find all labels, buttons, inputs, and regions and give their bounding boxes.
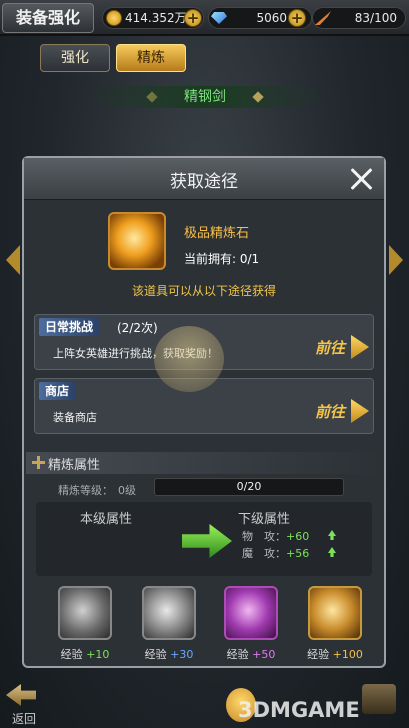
source-hint: 该道具可以从以下途径获得 — [131, 284, 276, 298]
xp-text: 0/20 — [236, 480, 262, 493]
popup-header: 获取途径 — [24, 158, 384, 200]
stone-xp-label: 经验 — [226, 648, 249, 661]
attr-name: 魔 攻： — [242, 547, 286, 560]
stone-xp: 经验 +10 — [53, 646, 117, 662]
go-button[interactable]: 前往 — [315, 401, 345, 422]
attr-name: 物 攻： — [242, 530, 286, 543]
stamina-icon — [315, 11, 331, 25]
refine-stone-purple-icon[interactable] — [224, 586, 278, 640]
stone-xp-label: 经验 — [60, 648, 83, 661]
stamina-amount: 83/100 — [354, 11, 397, 25]
stone-xp: 经验 +30 — [137, 646, 201, 662]
item-name: 极品精炼石 — [184, 226, 250, 241]
next-attr-label: 下级属性 — [238, 512, 291, 527]
refine-title: 精炼属性 — [48, 458, 101, 473]
prev-equipment-arrow-icon[interactable] — [6, 245, 20, 275]
next-attr-line: 物 攻：+60 — [242, 528, 309, 544]
stone-xp-value: +10 — [86, 648, 110, 661]
stone-xp-value: +50 — [252, 648, 276, 661]
page-title: 装备强化 — [2, 3, 94, 33]
watermark-text: 3DMGAME — [238, 698, 360, 722]
diamond-icon — [211, 12, 227, 24]
route-tag: 商店 — [39, 382, 76, 400]
current-attr-label: 本级属性 — [80, 512, 133, 527]
tab-refine[interactable]: 精炼 — [116, 44, 186, 72]
stone-xp-label: 经验 — [144, 648, 167, 661]
close-icon[interactable] — [348, 166, 374, 192]
refine-stone-gold-icon[interactable] — [308, 586, 362, 640]
mascot-watermark-icon — [154, 326, 224, 392]
corner-menu-icon[interactable] — [362, 684, 396, 714]
refine-level-label: 精炼等级： — [58, 484, 113, 497]
weapon-name: 精钢剑 — [88, 86, 322, 108]
gold-amount: 414.352万 — [125, 11, 187, 25]
stone-xp-label: 经验 — [307, 648, 330, 661]
stamina-counter: 83/100 — [312, 7, 406, 29]
stone-xp-value: +100 — [332, 648, 363, 661]
go-arrow-icon[interactable] — [351, 399, 369, 423]
route-desc: 装备商店 — [53, 411, 97, 424]
go-arrow-icon[interactable] — [351, 335, 369, 359]
tab-strengthen[interactable]: 强化 — [40, 44, 110, 72]
route-count: (2/2次) — [117, 321, 158, 335]
owned-value: 0/1 — [239, 252, 260, 266]
popup-title: 获取途径 — [170, 172, 238, 192]
cross-icon — [32, 456, 45, 469]
refine-level-value: 0级 — [118, 484, 136, 497]
back-arrow-icon[interactable] — [6, 684, 36, 706]
refine-stone-item-icon — [108, 212, 166, 270]
attr-value: +56 — [286, 547, 310, 560]
add-diamond-button[interactable]: + — [288, 9, 306, 27]
gold-coin-icon — [106, 10, 122, 26]
stone-xp: 经验 +100 — [303, 646, 367, 662]
stone-xp: 经验 +50 — [219, 646, 283, 662]
item-owned: 当前拥有: 0/1 — [184, 250, 259, 267]
acquire-popup: 获取途径 极品精炼石 当前拥有: 0/1 该道具可以从以下途径获得 日常挑战 (… — [22, 156, 386, 668]
attr-value: +60 — [286, 530, 310, 543]
xp-progress-bar: 0/20 — [154, 478, 344, 496]
go-button[interactable]: 前往 — [315, 337, 345, 358]
stone-xp-value: +30 — [170, 648, 194, 661]
next-equipment-arrow-icon[interactable] — [389, 245, 403, 275]
diamond-amount: 5060 — [256, 11, 287, 25]
refine-stone-white-icon[interactable] — [142, 586, 196, 640]
back-button[interactable]: 返回 — [12, 710, 36, 727]
route-tag: 日常挑战 — [39, 318, 100, 336]
next-attr-line: 魔 攻：+56 — [242, 545, 309, 561]
owned-label: 当前拥有: — [184, 252, 237, 266]
add-gold-button[interactable]: + — [184, 9, 202, 27]
top-bar: 装备强化 414.352万 + 5060 + 83/100 — [0, 0, 409, 36]
refine-stone-gray-icon[interactable] — [58, 586, 112, 640]
